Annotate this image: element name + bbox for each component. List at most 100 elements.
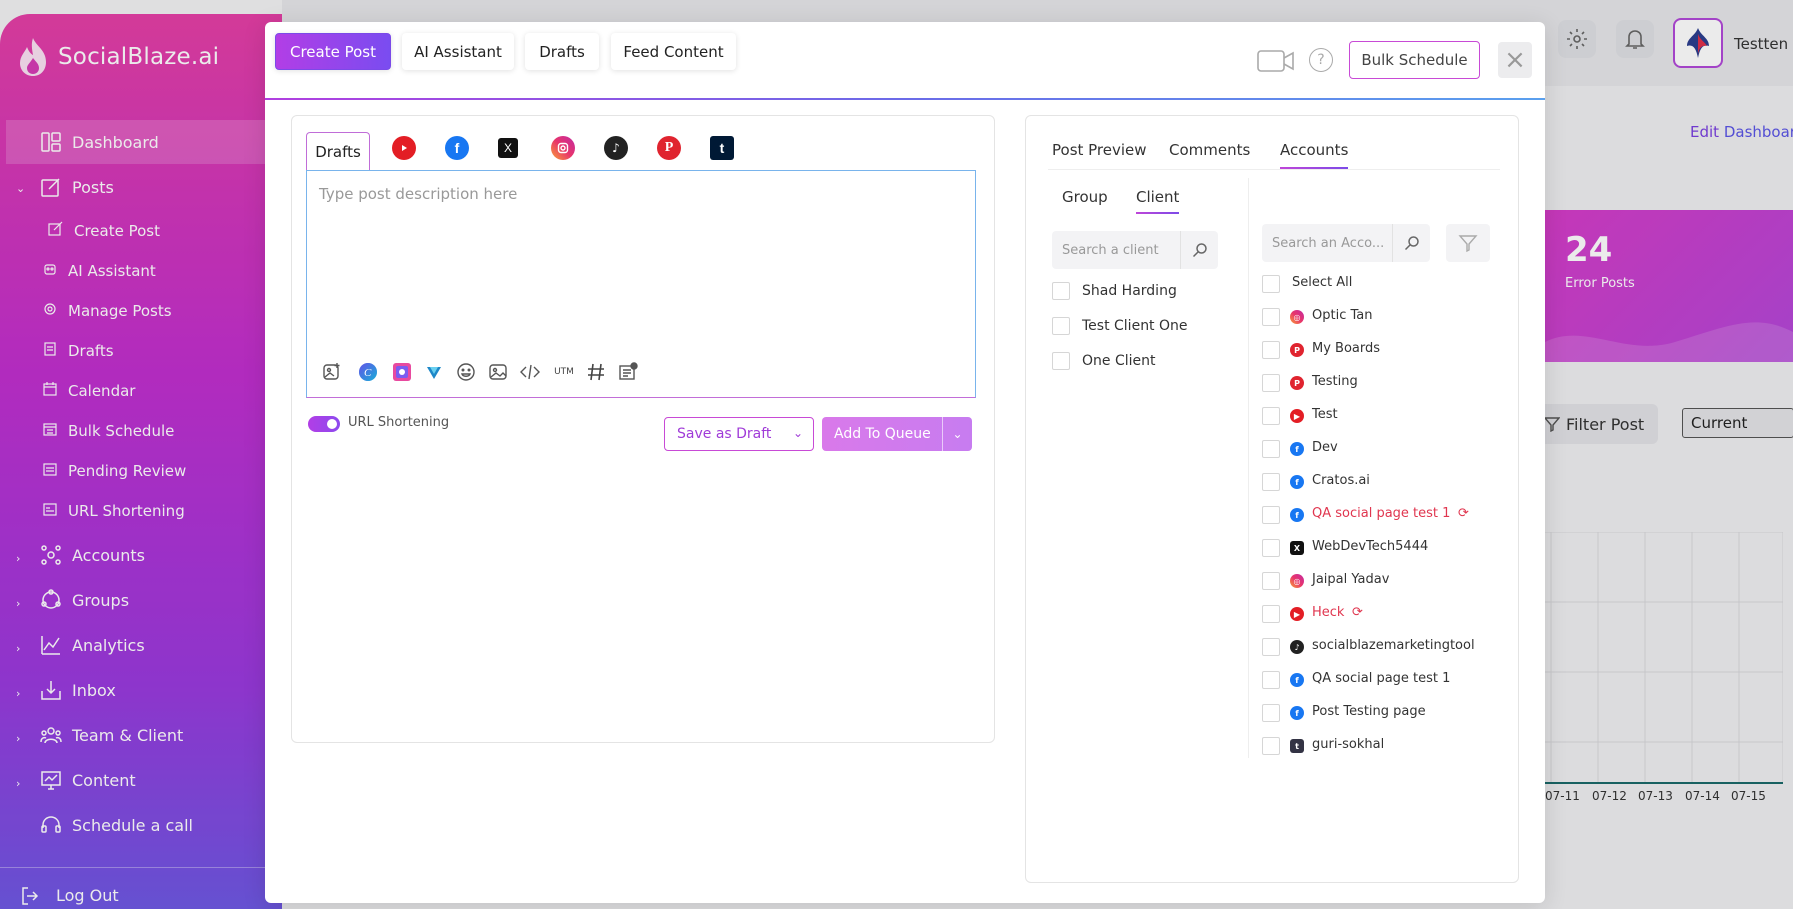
client-name: One Client [1082, 353, 1156, 369]
account-checkbox[interactable] [1262, 638, 1280, 656]
account-checkbox[interactable] [1262, 506, 1280, 524]
account-row[interactable]: P My Boards [1262, 340, 1502, 360]
account-checkbox[interactable] [1262, 374, 1280, 392]
account-name: QA social page test 1 [1312, 506, 1451, 521]
url-shortening-toggle[interactable] [308, 416, 340, 432]
chevron-down-icon[interactable]: ⌄ [942, 417, 972, 451]
select-all-checkbox[interactable] [1262, 275, 1280, 293]
account-row[interactable]: f QA social page test 1 ⟳ [1262, 505, 1502, 525]
account-name: Cratos.ai [1312, 473, 1370, 488]
account-row[interactable]: P Testing [1262, 373, 1502, 393]
chevron-down-icon[interactable]: ⌄ [793, 426, 803, 440]
account-row[interactable]: ◎ Jaipal Yadav [1262, 571, 1502, 591]
tab-comments[interactable]: Comments [1169, 141, 1250, 159]
account-checkbox[interactable] [1262, 539, 1280, 557]
media-library-icon[interactable] [487, 361, 509, 383]
account-row[interactable]: X WebDevTech5444 [1262, 538, 1502, 558]
tumblr-icon: t [1290, 739, 1304, 753]
instagram-icon: ◎ [1290, 574, 1304, 588]
youtube-icon[interactable] [392, 136, 416, 160]
subtab-group[interactable]: Group [1062, 188, 1108, 206]
instagram-icon[interactable] [551, 136, 575, 160]
help-icon[interactable]: ? [1309, 48, 1333, 72]
video-tutorial-icon[interactable] [1257, 49, 1295, 73]
emoji-icon[interactable] [455, 361, 477, 383]
tab-feed-content[interactable]: Feed Content [611, 33, 736, 70]
filter-accounts-button[interactable] [1446, 224, 1490, 262]
network-tabs: Drafts [306, 132, 370, 170]
account-checkbox[interactable] [1262, 737, 1280, 755]
post-description-editor[interactable]: Type post description here C UTM [306, 170, 976, 398]
add-to-queue-button[interactable]: Add To Queue ⌄ [822, 417, 972, 451]
account-row[interactable]: ▶ Heck ⟳ [1262, 604, 1502, 624]
add-to-queue-label: Add To Queue [834, 426, 931, 442]
tumblr-icon[interactable]: t [710, 136, 734, 160]
pinterest-icon: P [1290, 343, 1304, 357]
client-search-placeholder: Search a client [1062, 242, 1159, 258]
tab-post-preview[interactable]: Post Preview [1052, 141, 1147, 159]
account-checkbox[interactable] [1262, 671, 1280, 689]
select-all-row[interactable]: Select All [1262, 274, 1502, 294]
code-icon[interactable] [519, 361, 541, 383]
image-add-icon[interactable] [321, 361, 343, 383]
account-checkbox[interactable] [1262, 407, 1280, 425]
client-search-input[interactable]: Search a client [1052, 231, 1218, 269]
youtube-icon: ▶ [1290, 607, 1304, 621]
tiktok-icon[interactable]: ♪ [604, 136, 628, 160]
account-checkbox[interactable] [1262, 473, 1280, 491]
account-checkbox[interactable] [1262, 341, 1280, 359]
column-divider [1248, 178, 1249, 758]
subtab-client[interactable]: Client [1136, 188, 1180, 214]
x-icon[interactable]: X [498, 138, 518, 158]
reconnect-icon[interactable]: ⟳ [1352, 605, 1363, 620]
tab-drafts-editor[interactable]: Drafts [306, 132, 370, 170]
facebook-icon: f [1290, 673, 1304, 687]
editor-placeholder: Type post description here [319, 185, 518, 203]
instagram-icon: ◎ [1290, 310, 1304, 324]
close-button[interactable]: × [1498, 42, 1532, 78]
account-row[interactable]: ▶ Test [1262, 406, 1502, 426]
account-name: My Boards [1312, 341, 1381, 356]
tab-drafts[interactable]: Drafts [525, 33, 599, 70]
save-as-draft-label: Save as Draft [677, 426, 772, 442]
account-name: guri-sokhal [1312, 737, 1385, 752]
account-name: Heck [1312, 605, 1345, 620]
design-icon[interactable] [391, 361, 413, 383]
canva-icon[interactable]: C [357, 361, 379, 383]
bulk-schedule-button[interactable]: Bulk Schedule [1349, 41, 1480, 79]
hashtag-icon[interactable] [585, 361, 607, 383]
account-row[interactable]: f QA social page test 1 [1262, 670, 1502, 690]
client-checkbox[interactable] [1052, 352, 1070, 370]
reconnect-icon[interactable]: ⟳ [1458, 506, 1469, 521]
tab-accounts[interactable]: Accounts [1280, 141, 1349, 169]
search-icon [1404, 236, 1419, 251]
tab-create-post[interactable]: Create Post [275, 33, 391, 70]
save-as-draft-button[interactable]: Save as Draft ⌄ [664, 417, 814, 451]
vista-icon[interactable] [423, 361, 445, 383]
account-checkbox[interactable] [1262, 440, 1280, 458]
client-checkbox[interactable] [1052, 317, 1070, 335]
search-button[interactable] [1180, 231, 1218, 269]
account-row[interactable]: ◎ Optic Tan [1262, 307, 1502, 327]
account-row[interactable]: f Cratos.ai [1262, 472, 1502, 492]
account-name: QA social page test 1 [1312, 671, 1451, 686]
account-checkbox[interactable] [1262, 704, 1280, 722]
account-checkbox[interactable] [1262, 605, 1280, 623]
account-checkbox[interactable] [1262, 308, 1280, 326]
utm-icon[interactable]: UTM [553, 361, 575, 383]
search-button[interactable] [1392, 224, 1430, 262]
select-all-label: Select All [1292, 275, 1353, 290]
client-name: Shad Harding [1082, 283, 1177, 299]
tab-ai-assistant[interactable]: AI Assistant [402, 33, 514, 70]
account-search-input[interactable]: Search an Acco... [1262, 224, 1430, 262]
account-row[interactable]: f Dev [1262, 439, 1502, 459]
template-icon[interactable] [617, 361, 639, 383]
client-checkbox[interactable] [1052, 282, 1070, 300]
pinterest-icon[interactable]: P [657, 136, 681, 160]
facebook-icon[interactable]: f [445, 136, 469, 160]
account-row[interactable]: f Post Testing page [1262, 703, 1502, 723]
account-row[interactable]: t guri-sokhal [1262, 736, 1502, 756]
account-row[interactable]: ♪ socialblazemarketingtool [1262, 637, 1502, 657]
search-icon [1192, 243, 1207, 258]
account-checkbox[interactable] [1262, 572, 1280, 590]
